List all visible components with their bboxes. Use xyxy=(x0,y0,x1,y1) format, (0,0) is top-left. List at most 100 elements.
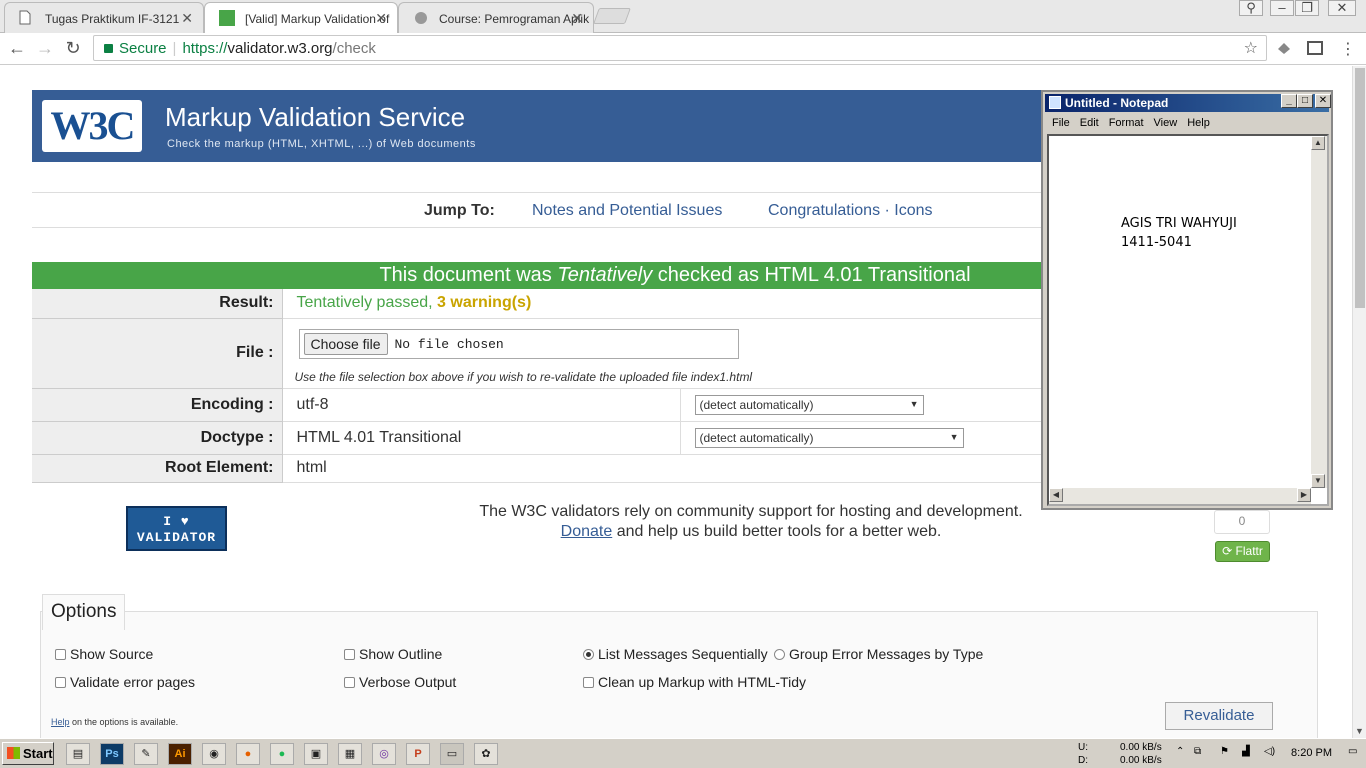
tab-tugas-praktikum[interactable]: Tugas Praktikum IF-3121 ✕ xyxy=(4,2,204,33)
bookmark-star-icon[interactable]: ☆ xyxy=(1244,38,1258,58)
folder-icon[interactable]: ▤ xyxy=(66,743,90,765)
page-title[interactable]: Markup Validation Service xyxy=(165,102,465,133)
congratulations-link[interactable]: Congratulations · Icons xyxy=(768,202,933,220)
checkbox[interactable] xyxy=(55,649,66,660)
spotify-icon[interactable]: ● xyxy=(270,743,294,765)
user-profile-icon[interactable]: ⚲ xyxy=(1239,0,1263,16)
image-viewer-icon[interactable]: ▣ xyxy=(304,743,328,765)
chrome-icon[interactable]: ◉ xyxy=(202,743,226,765)
notepad-content[interactable]: AGIS TRI WAHYUJI 1411-5041 xyxy=(1121,214,1237,252)
url-host: validator.w3.org xyxy=(227,40,333,57)
scroll-down-arrow-icon[interactable]: ▼ xyxy=(1311,474,1325,488)
address-bar[interactable]: Secure | https://validator.w3.org/check ☆ xyxy=(93,35,1267,61)
start-button[interactable]: Start xyxy=(2,742,54,765)
banner-prefix: This document was xyxy=(379,264,552,286)
menu-kebab-icon[interactable]: ⋮ xyxy=(1340,39,1358,58)
scroll-up-arrow-icon[interactable]: ▲ xyxy=(1311,136,1325,150)
url-scheme: https:// xyxy=(182,40,228,57)
radio-button[interactable] xyxy=(583,649,594,660)
close-window-button[interactable]: ✕ xyxy=(1328,0,1356,16)
menu-help[interactable]: Help xyxy=(1187,114,1210,132)
media-icon[interactable]: ▦ xyxy=(338,743,362,765)
notepad-horizontal-scrollbar[interactable]: ◀ ▶ xyxy=(1049,488,1311,504)
select-value: (detect automatically) xyxy=(699,397,814,412)
scroll-left-arrow-icon[interactable]: ◀ xyxy=(1049,488,1063,502)
notes-link[interactable]: Notes and Potential Issues xyxy=(532,202,722,220)
banner-suffix: checked as HTML 4.01 Transitional xyxy=(657,264,971,286)
checkbox[interactable] xyxy=(344,649,355,660)
minimize-button[interactable]: _ xyxy=(1281,94,1297,108)
illustrator-icon[interactable]: Ai xyxy=(168,743,192,765)
forward-arrow-icon[interactable]: → xyxy=(34,37,56,59)
result-banner: This document was Tentatively checked as… xyxy=(32,262,1042,289)
encoding-select[interactable]: (detect automatically) ▼ xyxy=(694,394,924,415)
page-scrollbar[interactable]: ▼ xyxy=(1352,66,1366,738)
reload-icon[interactable]: ↻ xyxy=(62,37,84,59)
close-icon[interactable]: ✕ xyxy=(375,10,387,27)
extension-icon[interactable] xyxy=(1275,39,1293,57)
divider xyxy=(32,192,1042,193)
tab-course[interactable]: Course: Pemrograman Aplik ✕ xyxy=(398,2,594,33)
flattr-button[interactable]: ⟳ Flattr xyxy=(1215,541,1270,562)
cast-icon[interactable] xyxy=(1306,39,1324,57)
net-up-label: U: xyxy=(1078,742,1088,753)
doctype-select[interactable]: (detect automatically) ▼ xyxy=(694,427,964,448)
tab-title: [Valid] Markup Validation of xyxy=(245,12,390,26)
help-link[interactable]: Help xyxy=(51,717,70,727)
menu-format[interactable]: Format xyxy=(1109,114,1144,132)
notepad-text-area[interactable]: AGIS TRI WAHYUJI 1411-5041 ▲ ▼ ◀ ▶ xyxy=(1047,134,1329,506)
clock[interactable]: 8:20 PM xyxy=(1291,747,1332,759)
group-by-type-option[interactable]: Group Error Messages by Type xyxy=(774,646,983,662)
paint-icon[interactable]: ✿ xyxy=(474,743,498,765)
restore-button[interactable]: ❐ xyxy=(1295,0,1319,16)
file-input[interactable]: Choose file No file chosen xyxy=(298,328,739,359)
show-source-option[interactable]: Show Source xyxy=(55,646,153,662)
scroll-down-arrow-icon[interactable]: ▼ xyxy=(1355,726,1364,736)
minimize-button[interactable]: – xyxy=(1270,0,1294,16)
scrollbar-thumb[interactable] xyxy=(1355,68,1365,308)
menu-file[interactable]: File xyxy=(1052,114,1070,132)
scroll-right-arrow-icon[interactable]: ▶ xyxy=(1297,488,1311,502)
tab-markup-validation[interactable]: [Valid] Markup Validation of ✕ xyxy=(204,2,398,34)
validate-error-pages-option[interactable]: Validate error pages xyxy=(55,674,195,690)
checkbox[interactable] xyxy=(583,677,594,688)
list-sequential-option[interactable]: List Messages Sequentially xyxy=(583,646,768,662)
radio-button[interactable] xyxy=(774,649,785,660)
donate-link[interactable]: Donate xyxy=(561,523,613,540)
banner-emphasis: Tentatively xyxy=(557,264,653,286)
network-icon[interactable]: ▟ xyxy=(1242,746,1250,757)
volume-icon[interactable]: ◁) xyxy=(1264,746,1275,757)
choose-file-button[interactable]: Choose file xyxy=(303,332,388,355)
close-icon[interactable]: ✕ xyxy=(181,10,193,27)
chevron-up-icon[interactable]: ⌃ xyxy=(1176,746,1184,757)
verbose-output-option[interactable]: Verbose Output xyxy=(344,674,456,690)
w3c-logo[interactable]: W3C xyxy=(42,100,142,152)
new-tab-button[interactable] xyxy=(593,8,631,24)
action-center-flag-icon[interactable]: ⚑ xyxy=(1220,746,1229,757)
text-line: AGIS TRI WAHYUJI xyxy=(1121,216,1237,231)
checkbox[interactable] xyxy=(344,677,355,688)
notepadpp-icon[interactable]: ✎ xyxy=(134,743,158,765)
back-arrow-icon[interactable]: ← xyxy=(6,37,28,59)
maximize-button[interactable]: □ xyxy=(1297,94,1313,108)
safely-remove-icon[interactable]: ⧉ xyxy=(1194,746,1201,757)
photoshop-icon[interactable]: Ps xyxy=(100,743,124,765)
firefox-icon[interactable]: ● xyxy=(236,743,260,765)
menu-view[interactable]: View xyxy=(1154,114,1178,132)
lock-icon xyxy=(104,44,113,53)
powerpoint-icon[interactable]: P xyxy=(406,743,430,765)
close-icon[interactable]: ✕ xyxy=(571,10,583,27)
i-love-validator-badge[interactable]: I ♥ VALIDATOR xyxy=(126,506,227,551)
close-button[interactable]: ✕ xyxy=(1315,94,1331,108)
show-desktop-icon[interactable]: ▭ xyxy=(1348,746,1357,757)
html-tidy-option[interactable]: Clean up Markup with HTML-Tidy xyxy=(583,674,806,690)
menu-edit[interactable]: Edit xyxy=(1080,114,1099,132)
notepad-taskbar-icon[interactable]: ▭ xyxy=(440,743,464,765)
app-circle-icon[interactable]: ◎ xyxy=(372,743,396,765)
revalidate-button[interactable]: Revalidate xyxy=(1165,702,1273,730)
notepad-window: Untitled - Notepad _ □ ✕ File Edit Format V… xyxy=(1041,90,1333,510)
notepad-vertical-scrollbar[interactable]: ▲ ▼ xyxy=(1311,136,1327,488)
checkbox[interactable] xyxy=(55,677,66,688)
show-outline-option[interactable]: Show Outline xyxy=(344,646,442,662)
warnings-link[interactable]: 3 warning(s) xyxy=(437,294,531,311)
